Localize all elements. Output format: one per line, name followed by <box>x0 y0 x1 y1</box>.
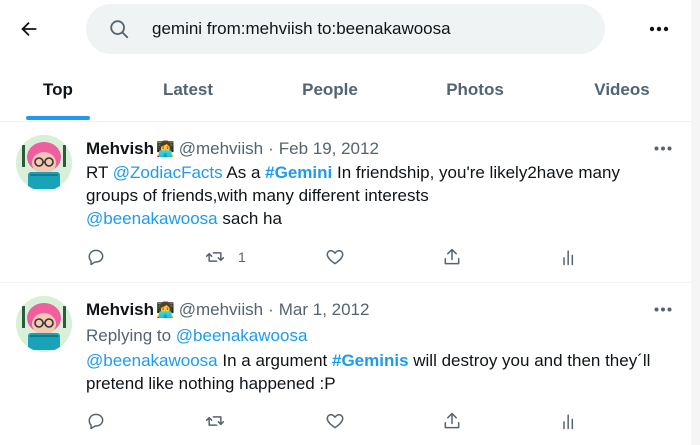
search-box[interactable] <box>86 4 605 54</box>
author-handle[interactable]: @mehviish <box>179 300 263 320</box>
tweet-actions <box>86 409 596 433</box>
tweet-actions: 1 <box>86 245 596 269</box>
author-name[interactable]: Mehvish <box>86 139 154 159</box>
search-tabs: Top Latest People Photos Videos <box>0 58 700 122</box>
hashtag-link[interactable]: #Geminis <box>332 351 409 370</box>
mention-link[interactable]: @beenakawoosa <box>86 209 218 228</box>
tweet-text-part: sach ha <box>217 209 282 228</box>
avatar-image <box>16 296 72 352</box>
reply-icon <box>88 413 104 430</box>
tweet-text: RT @ZodiacFacts As a #Gemini In friendsh… <box>86 161 656 230</box>
heart-icon <box>326 250 344 265</box>
author-handle[interactable]: @mehviish <box>179 139 263 159</box>
analytics-button[interactable] <box>559 245 579 269</box>
search-input[interactable] <box>152 17 582 41</box>
avatar-image <box>16 135 72 191</box>
technologist-emoji-icon: 👩‍💻 <box>156 302 175 319</box>
like-button[interactable] <box>325 245 345 269</box>
reply-button[interactable] <box>86 245 106 269</box>
avatar[interactable] <box>16 296 72 352</box>
share-icon <box>444 248 460 265</box>
separator-dot: · <box>268 139 274 158</box>
tweet-text: @beenakawoosa In a argument #Geminis wil… <box>86 349 656 395</box>
retweet-icon <box>205 252 225 262</box>
mention-link[interactable]: @beenakawoosa <box>176 326 308 345</box>
technologist-emoji-icon: 👩‍💻 <box>156 141 175 158</box>
tweet-header: Mehvish 👩‍💻 @mehviish · Feb 19, 2012 <box>86 138 379 160</box>
top-bar <box>0 0 700 58</box>
more-horizontal-icon <box>649 26 669 32</box>
back-button[interactable] <box>12 12 46 46</box>
author-name[interactable]: Mehvish <box>86 300 154 320</box>
tab-latest[interactable]: Latest <box>140 58 236 121</box>
heart-icon <box>326 414 344 429</box>
tweet-text-part: As a <box>222 163 266 182</box>
mention-link[interactable]: @beenakawoosa <box>86 351 218 370</box>
more-horizontal-icon <box>654 146 672 150</box>
tweet-more-button[interactable] <box>650 299 676 319</box>
analytics-button[interactable] <box>559 409 579 433</box>
tab-photos[interactable]: Photos <box>425 58 525 121</box>
more-options-button[interactable] <box>642 14 676 44</box>
arrow-left-icon <box>21 21 37 37</box>
tweet-date[interactable]: Mar 1, 2012 <box>279 300 370 320</box>
more-horizontal-icon <box>654 307 672 311</box>
avatar[interactable] <box>16 135 72 191</box>
scrollbar[interactable] <box>691 0 700 445</box>
retweet-icon <box>205 416 225 426</box>
tab-videos[interactable]: Videos <box>570 58 674 121</box>
separator-dot: · <box>268 300 274 319</box>
mention-link[interactable]: @ZodiacFacts <box>113 163 223 182</box>
search-icon <box>110 20 129 39</box>
reply-button[interactable] <box>86 409 106 433</box>
analytics-icon <box>563 414 574 430</box>
share-icon <box>444 412 460 429</box>
tab-people[interactable]: People <box>280 58 380 121</box>
tweet-date[interactable]: Feb 19, 2012 <box>279 139 379 159</box>
retweet-count: 1 <box>238 249 246 265</box>
active-tab-indicator <box>26 116 90 120</box>
like-button[interactable] <box>325 409 345 433</box>
analytics-icon <box>563 250 574 266</box>
share-button[interactable] <box>442 409 462 433</box>
tweet-text-part: In a argument <box>217 351 332 370</box>
tweet-more-button[interactable] <box>650 138 676 158</box>
hashtag-link[interactable]: #Gemini <box>265 163 332 182</box>
tweet-header: Mehvish 👩‍💻 @mehviish · Mar 1, 2012 <box>86 299 369 321</box>
tweet[interactable]: Mehvish 👩‍💻 @mehviish · Mar 1, 2012 Repl… <box>0 284 700 445</box>
reply-icon <box>88 249 104 266</box>
replying-to-label: Replying to <box>86 326 176 345</box>
retweet-prefix: RT <box>86 163 113 182</box>
tab-top[interactable]: Top <box>20 58 96 121</box>
retweet-button[interactable]: 1 <box>204 245 246 269</box>
tweet[interactable]: Mehvish 👩‍💻 @mehviish · Feb 19, 2012 RT … <box>0 123 700 283</box>
share-button[interactable] <box>442 245 462 269</box>
retweet-button[interactable] <box>204 409 238 433</box>
replying-to: Replying to @beenakawoosa <box>86 324 656 347</box>
